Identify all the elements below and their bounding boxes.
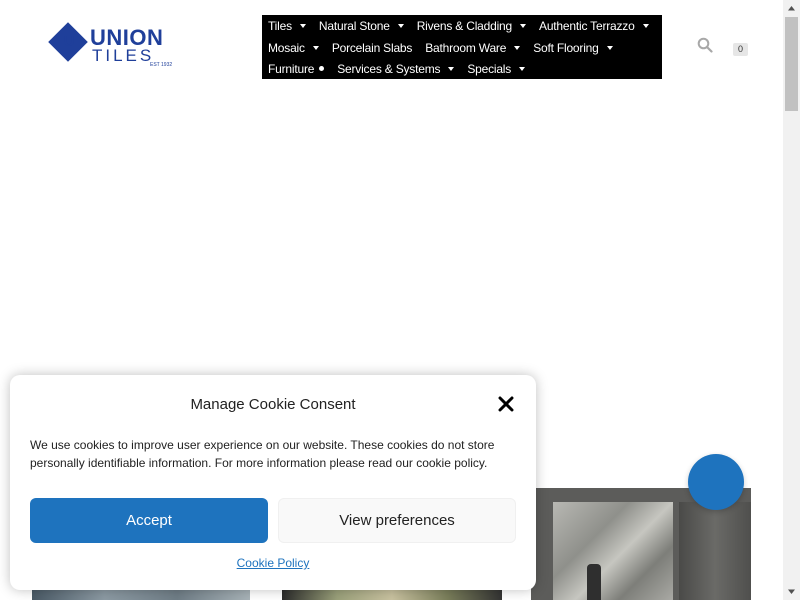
chevron-down-icon	[520, 23, 527, 28]
logo-mark: U	[63, 33, 75, 50]
cookie-modal-text: We use cookies to improve user experienc…	[30, 438, 495, 470]
nav-item-soft-flooring[interactable]: Soft Flooring	[533, 41, 613, 55]
nav-item-services-systems[interactable]: Services & Systems	[337, 62, 455, 76]
nav-row-1: Tiles Natural Stone Rivens & Cladding Au…	[268, 15, 662, 36]
nav-item-natural-stone[interactable]: Natural Stone	[319, 19, 404, 33]
chevron-down-icon	[312, 45, 319, 50]
accept-button[interactable]: Accept	[30, 498, 268, 543]
towel	[587, 564, 601, 600]
chevron-down-icon	[448, 66, 455, 71]
close-icon[interactable]	[497, 395, 515, 413]
cabinet	[679, 502, 751, 600]
nav-item-specials[interactable]: Specials	[467, 62, 526, 76]
logo-subname: TILES	[92, 46, 155, 65]
search-icon[interactable]	[697, 37, 713, 53]
nav-item-furniture[interactable]: Furniture	[268, 62, 325, 76]
cart-count-badge[interactable]: 0	[733, 43, 748, 56]
page: U UNION TILES EST 1932 Tiles Natural Sto…	[0, 0, 800, 600]
union-tiles-logo[interactable]: U UNION TILES EST 1932	[48, 22, 174, 68]
scroll-down-arrow-icon[interactable]	[783, 583, 800, 600]
nav-item-authentic-terrazzo[interactable]: Authentic Terrazzo	[539, 19, 649, 33]
chevron-down-icon	[299, 23, 306, 28]
nav-item-tiles[interactable]: Tiles	[268, 19, 306, 33]
chevron-down-icon	[519, 66, 526, 71]
nav-row-3: Furniture Services & Systems Specials	[268, 58, 538, 79]
nav-item-porcelain-slabs[interactable]: Porcelain Slabs	[332, 41, 413, 55]
cookie-consent-modal: Manage Cookie Consent We use cookies to …	[10, 375, 536, 590]
view-preferences-button[interactable]: View preferences	[278, 498, 516, 543]
marble-wall	[553, 502, 673, 600]
main-nav: Tiles Natural Stone Rivens & Cladding Au…	[262, 15, 662, 79]
chevron-down-icon	[514, 45, 521, 50]
cookie-modal-title: Manage Cookie Consent	[190, 396, 356, 413]
nav-item-rivens-cladding[interactable]: Rivens & Cladding	[417, 19, 527, 33]
scrollbar-thumb[interactable]	[785, 17, 798, 111]
chevron-down-icon	[642, 23, 649, 28]
nav-item-mosaic[interactable]: Mosaic	[268, 41, 319, 55]
scroll-up-arrow-icon[interactable]	[783, 0, 800, 17]
logo-est: EST 1932	[150, 62, 173, 68]
nav-item-bathroom-ware[interactable]: Bathroom Ware	[425, 41, 521, 55]
chevron-down-icon	[397, 23, 404, 28]
nav-row-2: Mosaic Porcelain Slabs Bathroom Ware Sof…	[268, 37, 626, 58]
chat-button[interactable]	[688, 454, 744, 510]
vertical-scrollbar[interactable]	[783, 0, 800, 600]
cookie-policy-link[interactable]: Cookie Policy	[10, 556, 536, 570]
chevron-down-icon	[606, 45, 613, 50]
dot-icon	[319, 66, 325, 71]
